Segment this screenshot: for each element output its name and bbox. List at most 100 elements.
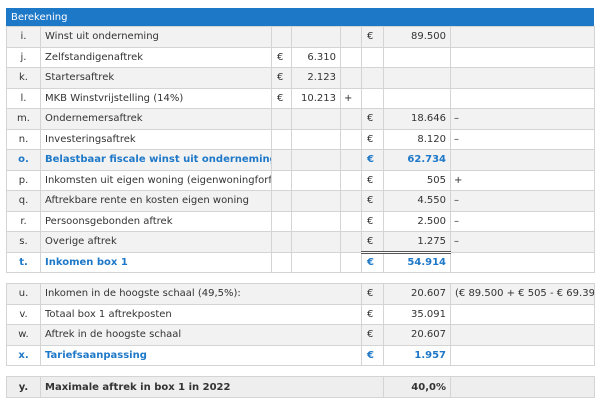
sub-sign xyxy=(340,169,362,191)
row-currency: € xyxy=(361,149,384,171)
row-sign xyxy=(450,87,595,109)
row-description: Belastbaar fiscale winst uit onderneming xyxy=(40,149,272,171)
row-note: (€ 89.500 + € 505 - € 69.398) xyxy=(450,283,595,305)
table-row: k. Startersaftrek €2.123 xyxy=(6,67,595,89)
row-currency: € xyxy=(361,108,384,130)
sub-currency xyxy=(271,190,292,212)
row-currency xyxy=(361,46,384,68)
table-row: r. Persoonsgebonden aftrek €2.500– xyxy=(6,210,595,232)
row-amount: 4.550 xyxy=(383,190,451,212)
row-amount: 8.120 xyxy=(383,128,451,150)
table-row: m. Ondernemersaftrek €18.646– xyxy=(6,108,595,130)
table-row: l. MKB Winstvrijstelling (14%) €10.213 + xyxy=(6,87,595,109)
sub-currency: € xyxy=(271,87,292,109)
calculation-table-final: y. Maximale aftrek in box 1 in 2022 40,0… xyxy=(6,376,595,398)
row-amount: 54.914 xyxy=(383,250,451,273)
row-sign: – xyxy=(450,231,595,253)
row-currency: € xyxy=(361,128,384,150)
sub-sign xyxy=(340,128,362,150)
final-row: y. Maximale aftrek in box 1 in 2022 40,0… xyxy=(6,376,595,398)
sub-amount xyxy=(291,169,341,191)
row-sign xyxy=(450,251,595,273)
row-amount: 2.500 xyxy=(383,210,451,232)
row-description: Startersaftrek xyxy=(40,67,272,89)
row-description: Aftrekbare rente en kosten eigen woning xyxy=(40,190,272,212)
row-letter: m. xyxy=(6,108,41,130)
row-letter: k. xyxy=(6,67,41,89)
sub-sign xyxy=(340,67,362,89)
sub-currency xyxy=(271,231,292,253)
calculation-table-main: i. Winst uit onderneming €89.500 j. Zelfstan… xyxy=(6,26,595,273)
row-letter: y. xyxy=(6,376,41,398)
sub-amount xyxy=(291,210,341,232)
row-letter: x. xyxy=(6,344,41,366)
row-description: Aftrek in de hoogste schaal xyxy=(40,324,362,346)
table-row: s. Overige aftrek €1.275– xyxy=(6,231,595,253)
row-letter: u. xyxy=(6,283,41,305)
row-currency: € xyxy=(361,250,384,273)
table-row: v. Totaal box 1 aftrekposten €35.091 xyxy=(6,303,595,325)
row-currency: € xyxy=(361,190,384,212)
table-row: t. Inkomen box 1 €54.914 xyxy=(6,250,595,273)
sub-amount xyxy=(291,26,341,48)
row-letter: n. xyxy=(6,128,41,150)
row-description: Tariefsaanpassing xyxy=(40,344,362,366)
table-row: u. Inkomen in de hoogste schaal (49,5%): €… xyxy=(6,283,595,305)
sub-amount xyxy=(291,128,341,150)
row-amount xyxy=(383,67,451,89)
row-amount xyxy=(383,46,451,68)
row-amount: 35.091 xyxy=(383,303,451,325)
row-description: Overige aftrek xyxy=(40,231,272,253)
row-amount: 18.646 xyxy=(383,108,451,130)
sub-sign xyxy=(340,149,362,171)
sub-amount: 10.213 xyxy=(291,87,341,109)
row-description: Totaal box 1 aftrekposten xyxy=(40,303,362,325)
row-description: Inkomen box 1 xyxy=(40,251,272,273)
row-sign: + xyxy=(450,169,595,191)
table-row: i. Winst uit onderneming €89.500 xyxy=(6,26,595,48)
table-row: x. Tariefsaanpassing €1.957 xyxy=(6,344,595,366)
sub-sign xyxy=(340,108,362,130)
row-description: Investeringsaftrek xyxy=(40,128,272,150)
table-row: o. Belastbaar fiscale winst uit ondernemi… xyxy=(6,149,595,171)
row-amount: 1.957 xyxy=(383,344,451,366)
sub-sign xyxy=(340,231,362,253)
row-letter: v. xyxy=(6,303,41,325)
sub-currency: € xyxy=(271,46,292,68)
row-currency xyxy=(361,87,384,109)
row-description: Inkomen in de hoogste schaal (49,5%): xyxy=(40,283,362,305)
sub-currency xyxy=(271,128,292,150)
row-description: Zelfstandigenaftrek xyxy=(40,46,272,68)
sub-amount xyxy=(291,231,341,253)
sub-sign xyxy=(340,46,362,68)
row-note xyxy=(450,303,595,325)
sub-sign xyxy=(340,190,362,212)
row-currency: € xyxy=(361,344,384,366)
sub-currency xyxy=(271,210,292,232)
row-letter: l. xyxy=(6,87,41,109)
row-description: Winst uit onderneming xyxy=(40,26,272,48)
row-value: 40,0% xyxy=(383,376,451,398)
row-currency: € xyxy=(361,283,384,305)
row-amount: 20.607 xyxy=(383,283,451,305)
row-sign: – xyxy=(450,210,595,232)
calculation-table-rates: u. Inkomen in de hoogste schaal (49,5%): €… xyxy=(6,283,595,366)
table-row: w. Aftrek in de hoogste schaal €20.607 xyxy=(6,324,595,346)
row-currency: € xyxy=(361,26,384,48)
row-amount: 89.500 xyxy=(383,26,451,48)
row-letter: q. xyxy=(6,190,41,212)
sub-currency xyxy=(271,251,292,273)
row-sign xyxy=(450,149,595,171)
sub-currency xyxy=(271,108,292,130)
row-sign: – xyxy=(450,128,595,150)
sub-sign xyxy=(340,26,362,48)
row-description: MKB Winstvrijstelling (14%) xyxy=(40,87,272,109)
row-currency: € xyxy=(361,303,384,325)
row-note xyxy=(450,324,595,346)
table-row: q. Aftrekbare rente en kosten eigen wonin… xyxy=(6,190,595,212)
sub-currency: € xyxy=(271,67,292,89)
sub-amount: 6.310 xyxy=(291,46,341,68)
row-letter: r. xyxy=(6,210,41,232)
row-note xyxy=(450,376,595,398)
row-currency: € xyxy=(361,169,384,191)
